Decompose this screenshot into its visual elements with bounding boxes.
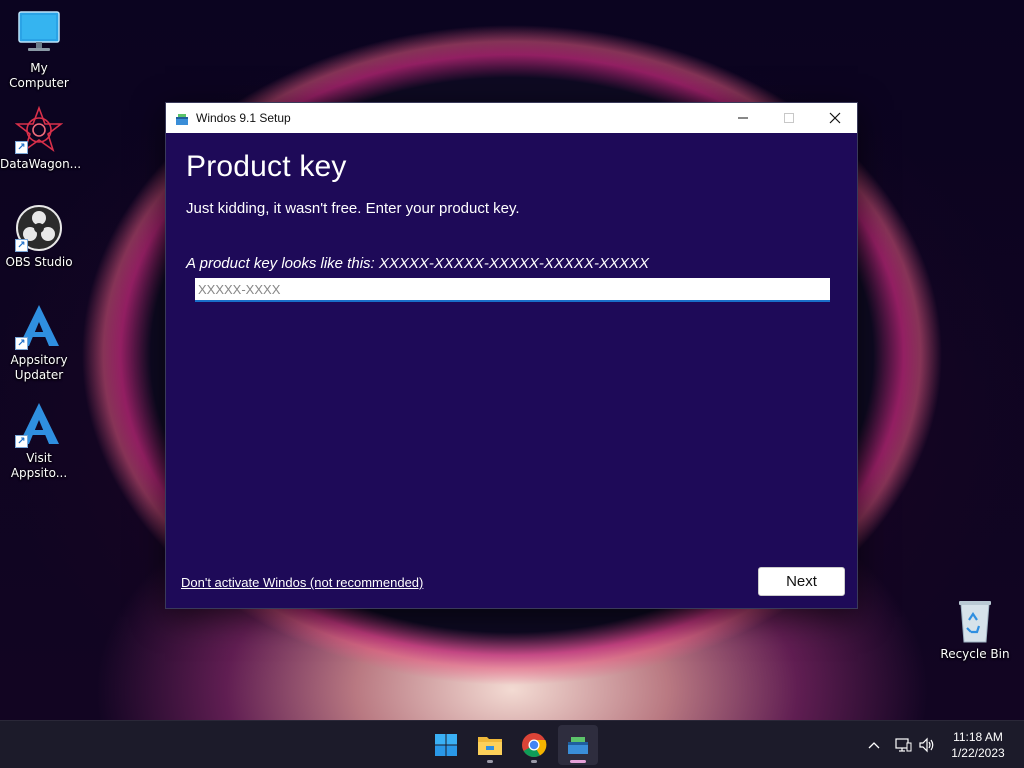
minimize-icon — [738, 117, 748, 119]
monitor-icon — [15, 10, 63, 58]
network-icon — [895, 738, 912, 752]
taskbar-setup[interactable] — [558, 725, 598, 765]
clock-time: 11:18 AM — [953, 730, 1003, 744]
clock-date: 1/22/2023 — [951, 746, 1005, 760]
appsitory-icon: ↗ — [15, 400, 63, 448]
setup-window: Windos 9.1 Setup Product key Just kiddin… — [165, 102, 858, 609]
taskbar: 11:18 AM 1/22/2023 — [0, 720, 1024, 768]
recycle-bin-icon — [951, 596, 999, 644]
chrome-icon — [522, 733, 547, 758]
setup-content: Product key Just kidding, it wasn't free… — [166, 133, 857, 608]
page-title: Product key — [186, 150, 347, 183]
dont-activate-link[interactable]: Don't activate Windos (not recommended) — [181, 575, 423, 590]
desktop-icon-visit-appsitory[interactable]: ↗ Visit Appsito... — [0, 400, 78, 481]
taskbar-chrome[interactable] — [514, 725, 554, 765]
maximize-icon — [784, 113, 794, 123]
datawagon-icon: ↗ — [14, 105, 64, 154]
file-explorer-icon — [478, 737, 502, 755]
desktop-icon-label: OBS Studio — [5, 255, 73, 269]
setup-icon — [175, 111, 189, 125]
shortcut-arrow-icon: ↗ — [15, 435, 28, 448]
show-hidden-icons[interactable] — [866, 721, 882, 768]
network-button[interactable] — [894, 721, 912, 768]
running-indicator — [487, 760, 493, 763]
shortcut-arrow-icon: ↗ — [15, 337, 28, 350]
obs-icon: ↗ — [15, 204, 63, 252]
running-indicator — [531, 760, 537, 763]
chevron-up-icon — [868, 742, 880, 749]
shortcut-arrow-icon: ↗ — [15, 141, 28, 154]
taskbar-file-explorer[interactable] — [470, 725, 510, 765]
desktop-icon-label: Visit Appsito... — [10, 451, 68, 480]
shortcut-arrow-icon: ↗ — [15, 239, 28, 252]
volume-button[interactable] — [918, 721, 936, 768]
desktop-icon-recycle-bin[interactable]: Recycle Bin — [936, 596, 1014, 662]
desktop: My Computer ↗ DataWagon... ↗ OBS Studio … — [0, 0, 1024, 720]
volume-icon — [919, 737, 934, 753]
next-button[interactable]: Next — [758, 567, 845, 596]
title-bar[interactable]: Windos 9.1 Setup — [166, 103, 857, 133]
desktop-icon-label: Appsitory Updater — [10, 353, 68, 382]
desktop-icon-label: DataWagon... — [0, 157, 82, 171]
active-indicator — [570, 760, 586, 763]
product-key-hint: A product key looks like this: XXXXX-XXX… — [186, 255, 649, 272]
close-button[interactable] — [812, 103, 858, 133]
window-title: Windos 9.1 Setup — [196, 111, 291, 125]
maximize-button[interactable] — [766, 103, 812, 133]
appsitory-icon: ↗ — [15, 302, 63, 350]
page-subtitle: Just kidding, it wasn't free. Enter your… — [186, 200, 520, 217]
minimize-button[interactable] — [720, 103, 766, 133]
desktop-icon-label: My Computer — [9, 61, 69, 90]
setup-icon — [568, 737, 588, 754]
product-key-input[interactable] — [195, 278, 830, 302]
desktop-icon-label: Recycle Bin — [940, 647, 1010, 661]
desktop-icon-obs-studio[interactable]: ↗ OBS Studio — [0, 204, 78, 270]
desktop-icon-appsitory-updater[interactable]: ↗ Appsitory Updater — [0, 302, 78, 383]
start-button[interactable] — [426, 725, 466, 765]
desktop-icon-datawagon[interactable]: ↗ DataWagon... — [0, 105, 82, 172]
desktop-icon-my-computer[interactable]: My Computer — [0, 10, 78, 91]
close-icon — [829, 112, 841, 124]
start-icon — [435, 734, 457, 756]
clock[interactable]: 11:18 AM 1/22/2023 — [940, 729, 1016, 761]
